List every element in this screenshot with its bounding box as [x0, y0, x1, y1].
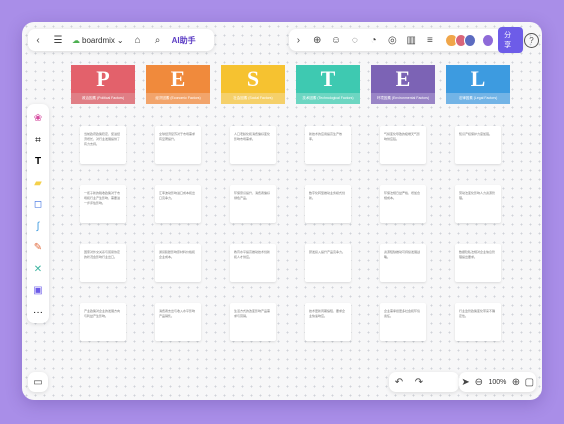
sticky-card[interactable]: 研发投入提升产品竞争力。	[305, 244, 351, 282]
cloud-icon: ☁	[72, 35, 80, 45]
column-letter[interactable]: E	[146, 65, 210, 93]
chevron-down-icon: ⌄	[116, 35, 124, 45]
column-subtitle[interactable]: 法律因素 (Legal Factors)	[446, 93, 510, 104]
tag-icon[interactable]: ⌂	[130, 32, 146, 48]
frame-icon[interactable]: ⌗	[29, 132, 47, 150]
sticky-card[interactable]: 数据隐私法规对企业信息管理提出要求。	[455, 244, 501, 282]
text-icon[interactable]: T	[29, 153, 47, 171]
sticky-card[interactable]: 企业需承担更多社会和环境责任。	[380, 303, 426, 341]
sticky-card[interactable]: 行业监管政策变化带来不确定性。	[455, 303, 501, 341]
column-letter[interactable]: L	[446, 65, 510, 93]
fit-icon[interactable]: ▢	[525, 374, 534, 390]
mindmap-icon[interactable]: ✕	[29, 261, 47, 279]
zoom-in-icon[interactable]: ⊕	[511, 374, 520, 390]
template-icon[interactable]: ❀	[29, 110, 47, 128]
column-letter[interactable]: P	[71, 65, 135, 93]
pest-column: S 社会因素 (Social Factors)	[221, 65, 285, 104]
more-tools-icon[interactable]: ···	[29, 304, 47, 322]
minimap-icon[interactable]: ▭	[30, 374, 46, 390]
sticky-card[interactable]: 一揽子新的税收政策对于市场和行业产生影响，需要进一步评估影响。	[80, 185, 126, 223]
upload-icon[interactable]: ▣	[29, 282, 47, 300]
top-left-toolbar: ‹ ☰ ☁ boardmix ⌄ ⌂ ⌕ AI助手	[28, 29, 214, 51]
select-icon[interactable]: ➤	[461, 374, 470, 390]
vote-icon[interactable]: ◎	[385, 32, 400, 48]
menu-icon[interactable]: ☰	[50, 32, 66, 48]
share-button[interactable]: 分享	[498, 27, 524, 53]
search-icon[interactable]: ⌕	[150, 32, 166, 48]
sticky-card[interactable]: 劳动法变化影响人力资源管理。	[455, 185, 501, 223]
sticky-card[interactable]: 消费者支出与收入水平影响产品销售。	[155, 303, 201, 341]
sticky-card[interactable]: 技术更新周期缩短，要求企业快速响应。	[305, 303, 351, 341]
pen-icon[interactable]: ✎	[29, 239, 47, 257]
left-toolbar: ❀ ⌗ T ▰ ◻ ∫ ✎ ✕ ▣ ···	[27, 104, 49, 323]
column-letter[interactable]: S	[221, 65, 285, 93]
sticky-card[interactable]: 数字化转型推动业务模式创新。	[305, 185, 351, 223]
column-subtitle[interactable]: 社会因素 (Social Factors)	[221, 93, 285, 104]
column-subtitle[interactable]: 技术因素 (Technological Factors)	[296, 93, 360, 104]
back-icon[interactable]: ‹	[30, 32, 46, 48]
redo-icon[interactable]: ↷	[411, 374, 427, 390]
shape-icon[interactable]: ◻	[29, 196, 47, 214]
zoom-toolbar: ➤ ⊖ 100% ⊕ ▢	[459, 372, 536, 392]
undo-redo-toolbar: ↶ ↷	[389, 372, 459, 392]
sticky-card[interactable]: 环保法规日益严格，增加合规成本。	[380, 185, 426, 223]
play-icon[interactable]: ⊕	[310, 32, 325, 48]
expand-icon[interactable]: ›	[291, 32, 306, 48]
avatar[interactable]	[481, 33, 495, 47]
sticky-card[interactable]: 人口老龄化和消费偏好变化影响市场需求。	[230, 126, 276, 164]
pest-column: P 政治因素 (Political Factors)	[71, 65, 135, 104]
pest-column: T 技术因素 (Technological Factors)	[296, 65, 360, 104]
sticky-card[interactable]: 通货膨胀影响原材料价格和企业成本。	[155, 244, 201, 282]
sticky-card[interactable]: 国家对外交关系与贸易协定的状况会影响行业出口。	[80, 244, 126, 282]
column-subtitle[interactable]: 政治因素 (Political Factors)	[71, 93, 135, 104]
sticky-card[interactable]: 产业政策对企业的发展方向与利益产生影响。	[80, 303, 126, 341]
column-subtitle[interactable]: 环境因素 (Environmental Factors)	[371, 93, 435, 104]
sticky-card[interactable]: 新技术的应用提高生产效率。	[305, 126, 351, 164]
pest-column: E 经济因素 (Economic Factors)	[146, 65, 210, 104]
board-frame: ‹ ☰ ☁ boardmix ⌄ ⌂ ⌕ AI助手 › ⊕ ☺ ◌ ◔ ◎ ▥ ≡ …	[22, 22, 542, 400]
sticky-card[interactable]: 资源短缺推动可持续发展战略。	[380, 244, 426, 282]
column-subtitle[interactable]: 经济因素 (Economic Factors)	[146, 93, 210, 104]
column-letter[interactable]: T	[296, 65, 360, 93]
pest-column: L 法律因素 (Legal Factors)	[446, 65, 510, 104]
sticky-card[interactable]: 气候变化导致的极端天气影响供应链。	[380, 126, 426, 164]
bottom-left-toolbar: ▭	[28, 372, 48, 392]
chart-icon[interactable]: ▥	[404, 32, 419, 48]
column-letter[interactable]: E	[371, 65, 435, 93]
comment-icon[interactable]: ◌	[347, 32, 362, 48]
sticky-card[interactable]: 知识产权保护力度加强。	[455, 126, 501, 164]
sticky-note-icon[interactable]: ▰	[29, 175, 47, 193]
sticky-card[interactable]: 全球经济复苏对于市场需求有显著提升。	[155, 126, 201, 164]
connector-icon[interactable]: ∫	[29, 218, 47, 236]
undo-icon[interactable]: ↶	[391, 374, 407, 390]
pest-column: E 环境因素 (Environmental Factors)	[371, 65, 435, 104]
zoom-out-icon[interactable]: ⊖	[474, 374, 483, 390]
more-icon[interactable]: ≡	[423, 32, 438, 48]
sticky-card[interactable]: 生活方式的改变影响产品需求与营销。	[230, 303, 276, 341]
top-right-toolbar: › ⊕ ☺ ◌ ◔ ◎ ▥ ≡ 分享	[289, 27, 524, 53]
sticky-card[interactable]: 汇率波动影响进口成本和出口竞争力。	[155, 185, 201, 223]
help-button[interactable]: ?	[524, 33, 539, 48]
sticky-card[interactable]: 当前政府政策稳定，促进经济增长，对行业发展提供了有力支持。	[80, 126, 126, 164]
sticky-card[interactable]: 环保意识提升，消费者偏好绿色产品。	[230, 185, 276, 223]
brand[interactable]: ☁ boardmix ⌄	[72, 36, 124, 45]
avatar[interactable]	[463, 33, 476, 47]
sticky-card[interactable]: 教育水平提高推动技术创新和人才供应。	[230, 244, 276, 282]
timer-icon[interactable]: ◔	[366, 32, 381, 48]
emoji-icon[interactable]: ☺	[329, 32, 344, 48]
zoom-level[interactable]: 100%	[488, 379, 506, 386]
ai-assistant-button[interactable]: AI助手	[172, 35, 196, 46]
